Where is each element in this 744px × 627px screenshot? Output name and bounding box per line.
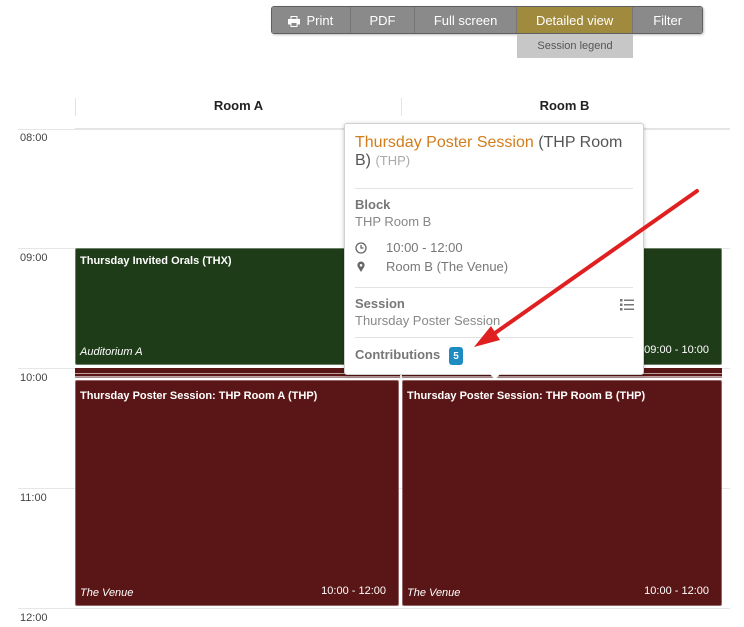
block-location: The Venue [407, 587, 461, 599]
print-button[interactable]: Print [272, 7, 351, 33]
list-icon[interactable] [620, 298, 634, 312]
block-time: 09:00 - 10:00 [644, 344, 709, 356]
hour-label: 09:00 [20, 252, 48, 264]
contributions-count-badge[interactable]: 5 [449, 347, 463, 365]
hour-label: 08:00 [20, 132, 48, 144]
block-value: THP Room B [355, 214, 432, 229]
block-title: Thursday Invited Orals (THX) [80, 255, 232, 267]
contributions-label[interactable]: Contributions [355, 347, 440, 362]
room-a-header: Room A [213, 98, 264, 113]
detailed-view-label: Detailed view [535, 12, 614, 28]
popup-divider [355, 287, 633, 288]
filter-button[interactable]: Filter [633, 7, 702, 33]
popup-code: (THP) [375, 153, 411, 168]
printer-icon [288, 15, 301, 27]
hour-label: 11:00 [20, 492, 47, 504]
block-title: Thursday Poster Session: THP Room A (THP… [80, 390, 318, 402]
popup-session-name[interactable]: Thursday Poster Session [355, 134, 534, 151]
block-location: The Venue [80, 587, 134, 599]
hour-label: 12:00 [20, 612, 48, 624]
poster-room-b-block[interactable]: Thursday Poster Session: THP Room B (THP… [402, 380, 722, 606]
room-b-header: Room B [539, 98, 590, 113]
hour-label: 10:00 [20, 372, 48, 384]
popup-title: Thursday Poster Session (THP Room B) (TH… [355, 134, 637, 170]
detailed-view-button[interactable]: Detailed view [516, 7, 634, 33]
session-legend-label: Session legend [537, 40, 613, 52]
session-value: Thursday Poster Session [355, 313, 501, 328]
pdf-button[interactable]: PDF [350, 7, 416, 33]
popup-divider [355, 188, 633, 189]
popup-divider [355, 337, 633, 338]
session-legend-button[interactable]: Session legend [517, 34, 633, 58]
poster-room-a-block[interactable]: Thursday Poster Session: THP Room A (THP… [75, 380, 399, 606]
location-row: Room B (The Venue) [355, 259, 508, 274]
popup-pointer [490, 374, 500, 380]
session-label: Session [355, 296, 405, 311]
map-pin-icon [355, 261, 367, 273]
block-time: 10:00 - 12:00 [321, 585, 386, 597]
time-row: 10:00 - 12:00 [355, 240, 463, 255]
block-title: Thursday Poster Session: THP Room B (THP… [407, 390, 646, 402]
block-label: Block [355, 197, 391, 212]
print-label: Print [306, 12, 334, 28]
block-location: Auditorium A [80, 346, 143, 358]
location-value: Room B (The Venue) [386, 259, 509, 274]
hour-line [18, 608, 730, 609]
toolbar: Print PDF Full screen Detailed view Filt… [271, 6, 703, 34]
time-value: 10:00 - 12:00 [386, 240, 463, 255]
full-screen-button[interactable]: Full screen [415, 7, 517, 33]
strip-divider [402, 376, 722, 377]
strip-divider [75, 376, 400, 377]
clock-icon [355, 241, 367, 254]
block-time: 10:00 - 12:00 [644, 585, 709, 597]
full-screen-label: Full screen [433, 12, 498, 28]
session-popup: Thursday Poster Session (THP Room B) (TH… [344, 123, 644, 380]
filter-label: Filter [653, 12, 683, 28]
pdf-label: PDF [369, 12, 396, 28]
